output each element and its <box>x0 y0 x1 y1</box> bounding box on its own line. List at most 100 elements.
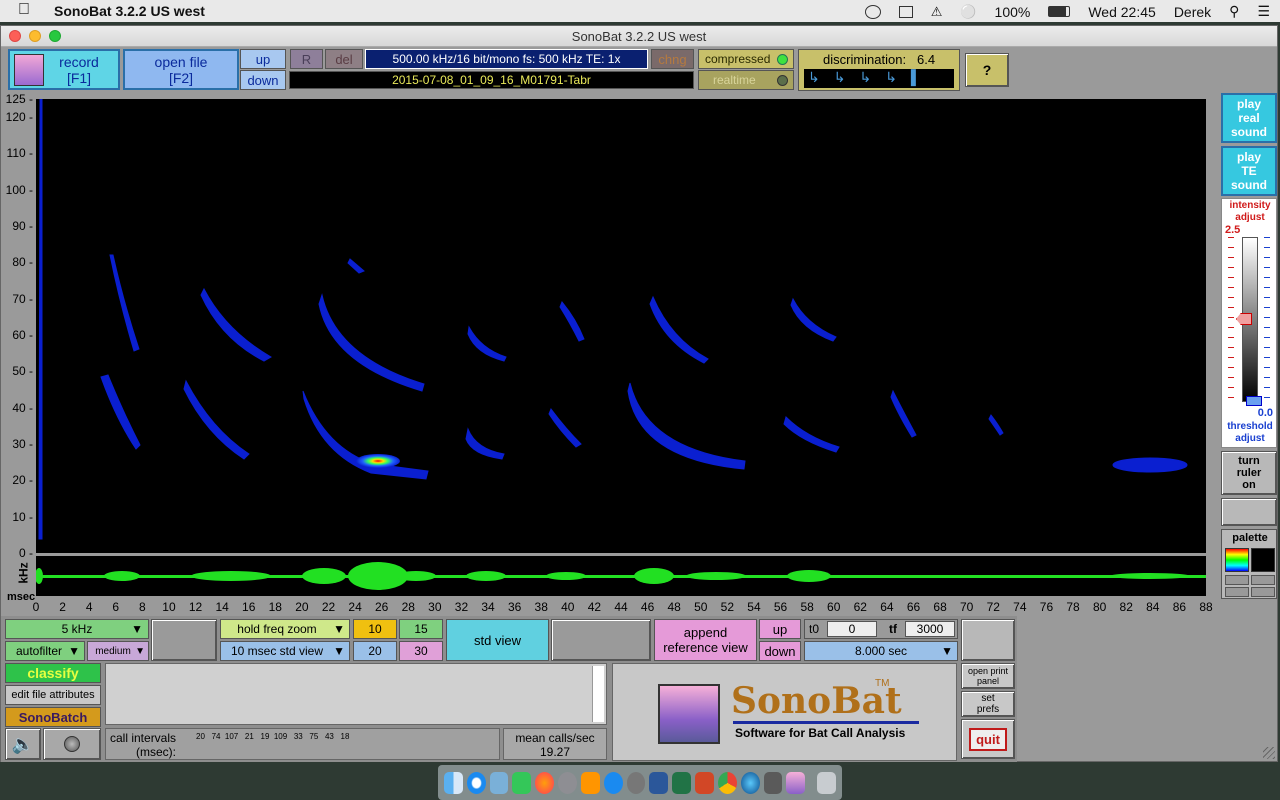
notification-center-icon[interactable]: ☰ <box>1257 3 1270 20</box>
settings-gear-icon[interactable] <box>626 771 646 794</box>
status-globe-icon[interactable] <box>864 4 881 19</box>
file-up-button[interactable]: up <box>240 49 286 69</box>
hold-freq-zoom-select[interactable]: hold freq zoom ▼ <box>220 619 350 639</box>
threshold-slider-handle-icon[interactable] <box>1246 396 1262 406</box>
app-store-icon[interactable] <box>603 771 623 794</box>
photos-icon[interactable] <box>535 771 555 794</box>
zoom-10-button[interactable]: 10 <box>353 619 397 639</box>
ibooks-icon[interactable] <box>580 771 600 794</box>
threshold-line1: threshold <box>1227 421 1273 432</box>
change-button[interactable]: chng <box>651 49 694 69</box>
speaker-button[interactable]: 🔈 <box>5 728 41 760</box>
set-prefs-button[interactable]: set prefs <box>961 691 1015 717</box>
trash-icon[interactable] <box>817 771 837 794</box>
notes-scrollbar[interactable] <box>592 666 604 722</box>
open-print-panel-button[interactable]: open print panel <box>961 663 1015 689</box>
wifi-icon[interactable]: ⚪ <box>960 4 976 20</box>
help-button[interactable]: ? <box>965 53 1009 87</box>
blank-button-2[interactable] <box>551 619 651 661</box>
r-button[interactable]: R <box>290 49 323 69</box>
wave-burst-2 <box>104 571 140 581</box>
blank-button-1[interactable] <box>151 619 217 661</box>
spotlight-search-icon[interactable]: ⚲ <box>1229 3 1239 20</box>
realtime-toggle[interactable]: realtime <box>698 70 794 90</box>
blank-right-button[interactable] <box>1221 498 1277 526</box>
sonobat-dock-icon[interactable] <box>786 771 806 794</box>
menubar-user[interactable]: Derek <box>1174 4 1211 20</box>
x-tick-label: 18 <box>268 600 282 614</box>
ref-down-button[interactable]: down <box>759 641 801 661</box>
powerpoint-icon[interactable] <box>695 771 714 794</box>
spectrogram-canvas[interactable] <box>36 99 1206 553</box>
app-menu-name[interactable]: SonoBat 3.2.2 US west <box>54 3 205 19</box>
google-earth-icon[interactable] <box>740 771 760 794</box>
filter-select[interactable]: 5 kHz ▼ <box>5 619 149 639</box>
menubar-clock[interactable]: Wed 22:45 <box>1088 4 1155 20</box>
palette-gray-swatch-4[interactable] <box>1251 587 1275 597</box>
apple-menu-icon[interactable]:  <box>18 1 30 19</box>
append-reference-view-button[interactable]: append reference view <box>654 619 757 661</box>
std-view-select[interactable]: 10 msec std view ▼ <box>220 641 350 661</box>
battery-icon[interactable] <box>1048 6 1071 17</box>
tf-input[interactable] <box>905 621 955 637</box>
minimize-window-button[interactable] <box>29 30 41 42</box>
calculator-icon[interactable] <box>763 771 783 794</box>
open-file-button[interactable]: open file [F2] <box>123 49 239 90</box>
system-preferences-icon[interactable] <box>558 771 577 794</box>
logo-trademark: TM <box>875 678 890 689</box>
status-warning-icon[interactable]: ⚠ <box>931 4 943 20</box>
notes-area[interactable] <box>105 663 607 725</box>
quit-button[interactable]: quit <box>961 719 1015 759</box>
oscillogram-canvas[interactable] <box>36 556 1206 596</box>
intensity-slider-handle-icon[interactable] <box>1236 313 1252 325</box>
ref-up-button[interactable]: up <box>759 619 801 639</box>
x-tick-label: 66 <box>906 600 921 614</box>
zoom-window-button[interactable] <box>49 30 61 42</box>
slider-ticks-right <box>1264 237 1270 402</box>
battery-percent[interactable]: 100% <box>995 4 1031 20</box>
classify-button[interactable]: classify <box>5 663 101 683</box>
play-real-sound-button[interactable]: play real sound <box>1221 93 1277 143</box>
zoom-20-button[interactable]: 20 <box>353 641 397 661</box>
play-te-line3: sound <box>1231 178 1267 192</box>
y-tick-label: 60 - <box>12 328 33 343</box>
x-tick-label: 20 <box>295 600 309 614</box>
palette-gray-swatch-1[interactable] <box>1225 575 1249 585</box>
palette-gray-swatch-2[interactable] <box>1251 575 1275 585</box>
chrome-icon[interactable] <box>717 771 737 794</box>
turn-ruler-on-button[interactable]: turn ruler on <box>1221 451 1277 495</box>
x-tick-label: 76 <box>1039 600 1054 614</box>
blank-button-3[interactable] <box>961 619 1015 661</box>
std-view-button[interactable]: std view <box>446 619 549 661</box>
palette-color-swatch[interactable] <box>1225 548 1249 572</box>
delete-button[interactable]: del <box>325 49 363 69</box>
zoom-15-button[interactable]: 15 <box>399 619 443 639</box>
edit-file-attributes-button[interactable]: edit file attributes <box>5 685 101 705</box>
y-tick-label: 90 - <box>12 219 33 234</box>
file-down-button[interactable]: down <box>240 70 286 90</box>
word-icon[interactable] <box>649 771 669 794</box>
messages-icon[interactable] <box>512 771 532 794</box>
palette-gray-swatch-3[interactable] <box>1225 587 1249 597</box>
close-window-button[interactable] <box>9 30 21 42</box>
y-tick-label: 120 - <box>5 110 33 125</box>
x-tick-label: 72 <box>986 600 1000 614</box>
preview-icon[interactable] <box>489 771 509 794</box>
record-led-button[interactable] <box>43 728 101 760</box>
medium-select[interactable]: medium ▼ <box>87 641 149 661</box>
resize-grip-icon[interactable] <box>1263 747 1275 759</box>
compressed-toggle[interactable]: compressed <box>698 49 794 69</box>
safari-icon[interactable] <box>466 771 486 794</box>
duration-select[interactable]: 8.000 sec ▼ <box>804 641 958 661</box>
palette-black-swatch[interactable] <box>1251 548 1275 572</box>
finder-icon[interactable] <box>444 771 463 794</box>
x-tick-label: 82 <box>1119 600 1133 614</box>
sonobatch-button[interactable]: SonoBatch <box>5 707 101 727</box>
zoom-30-button[interactable]: 30 <box>399 641 443 661</box>
t0-input[interactable] <box>827 621 877 637</box>
autofilter-select[interactable]: autofilter ▼ <box>5 641 85 661</box>
excel-icon[interactable] <box>672 771 692 794</box>
status-window-icon[interactable] <box>898 5 913 18</box>
record-button[interactable]: record [F1] <box>8 49 120 90</box>
play-te-sound-button[interactable]: play TE sound <box>1221 146 1277 196</box>
